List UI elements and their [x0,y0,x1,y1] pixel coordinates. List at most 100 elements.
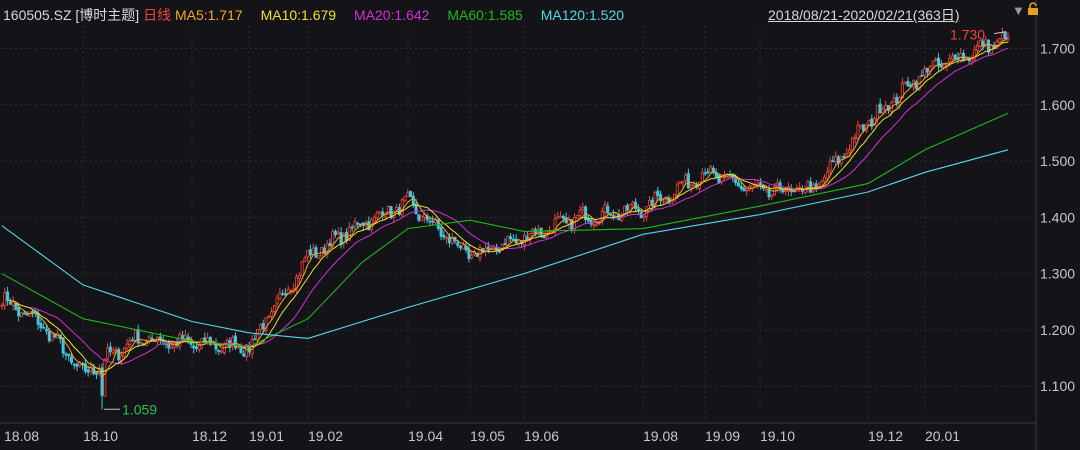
candle [906,76,910,87]
y-tick-label: 1.200 [1040,322,1075,338]
high-annotation: 1.730 [950,27,985,43]
candle [67,353,71,362]
candle [136,324,140,347]
candle [559,211,563,218]
candle [147,334,151,344]
lock-icon[interactable] [1027,2,1038,15]
y-tick-label: 1.600 [1040,97,1075,113]
candlestick-chart[interactable]: 1.700 1.600 1.500 1.400 1.300 1.200 1.100 18.08… [0,0,1080,450]
x-tick-label: 19.05 [470,428,505,444]
candle [564,212,568,224]
ma60-label: MA60:1.585 [447,7,523,23]
candle [247,341,251,357]
candle [806,179,810,193]
candle [281,289,285,297]
candle [111,346,115,356]
candle [425,212,429,224]
dropdown-triangle-icon[interactable]: ▼ [1012,3,1025,18]
ma10-line [10,41,1009,373]
candle [831,155,835,163]
candle [233,332,237,351]
candle [236,346,240,350]
candle [103,358,107,397]
candle [470,250,474,260]
low-annotation: 1.059 [122,401,157,417]
candle [94,371,98,380]
candle [106,343,110,363]
candle [420,215,424,222]
candle [895,93,899,108]
x-tick-label: 19.01 [249,428,284,444]
candle [395,204,399,211]
period-label[interactable]: 日线 [143,7,171,23]
candle [125,338,129,352]
candle [686,168,690,189]
candle [736,179,740,187]
candle [214,338,218,354]
x-tick-label: 19.09 [705,428,740,444]
candle [606,202,610,216]
candle [759,178,763,190]
candle [642,214,646,222]
candle [511,234,515,241]
candle [200,338,204,350]
candle [442,230,446,241]
candle [217,348,221,356]
ma10-label: MA10:1.679 [260,7,337,23]
candle [128,337,132,348]
candle [336,227,340,236]
candle [64,351,68,361]
candle [42,322,46,329]
candle [409,190,413,198]
candle [19,311,23,318]
candle [72,363,76,370]
candle [678,181,682,185]
candle [636,204,640,216]
candle [903,81,907,85]
candle [828,156,832,175]
candle [589,216,593,228]
candle [934,56,938,62]
candle [575,214,579,219]
candle [308,244,312,259]
candle [937,52,941,71]
candle [853,133,857,144]
chart-window: 1.700 1.600 1.500 1.400 1.300 1.200 1.100 18.08… [0,0,1080,450]
candle [870,114,874,131]
candle [406,189,410,197]
candle [603,200,607,218]
candle [108,342,112,357]
fund-theme: [博时主题] [75,7,140,23]
candle [175,337,179,349]
candle [50,332,54,342]
candle [706,167,710,175]
candle [962,49,966,62]
candle [745,187,749,197]
y-tick-label: 1.500 [1040,153,1075,169]
candle [292,283,296,294]
candle [484,242,488,257]
candle [372,214,376,222]
candle [609,213,613,217]
candle [809,177,813,194]
y-tick-label: 1.400 [1040,209,1075,225]
candle [859,124,863,130]
candle [220,349,224,354]
candle [275,294,279,308]
y-tick-label: 1.300 [1040,266,1075,282]
candle [814,180,818,193]
ma60-line [1,112,1009,348]
candle [264,317,268,334]
y-tick-label: 1.700 [1040,41,1075,57]
candle [117,347,121,363]
ma5-line [7,37,1009,377]
candle [648,196,652,209]
date-range[interactable]: 2018/08/21-2020/02/21(363日) [768,5,959,25]
candle [567,215,571,229]
chart-header: 160505.SZ [博时主题] 日线 MA5:1.717 MA10:1.679… [3,5,624,25]
candle [386,205,390,215]
x-tick-label: 19.02 [308,428,343,444]
candle [11,296,15,311]
candle [987,38,991,56]
candle [131,336,135,342]
